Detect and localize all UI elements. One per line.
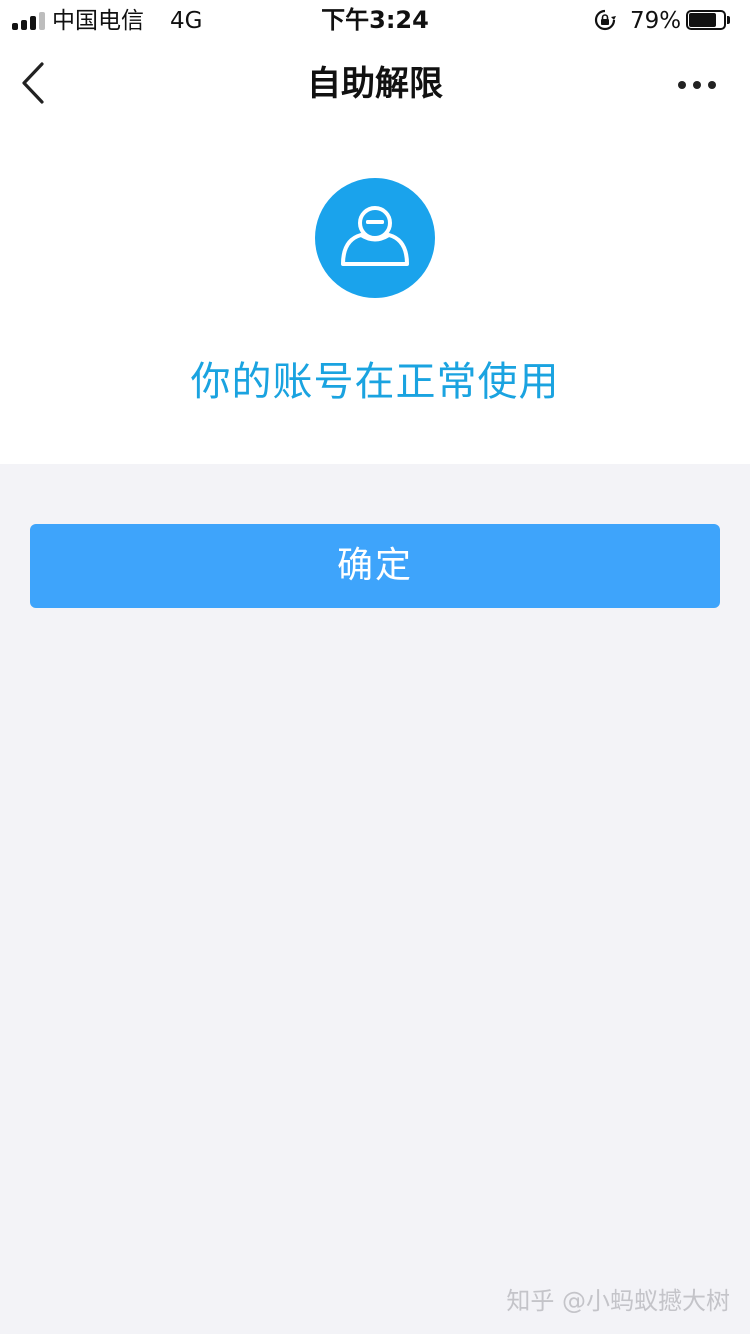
rotation-lock-icon — [594, 9, 616, 31]
battery-icon — [686, 10, 730, 30]
confirm-button[interactable]: 确定 — [30, 524, 720, 608]
watermark: 知乎 @小蚂蚁撼大树 — [506, 1287, 730, 1315]
nav-bar: 自助解限 — [0, 40, 750, 128]
page-title: 自助解限 — [307, 64, 443, 104]
user-avatar-icon — [341, 206, 409, 266]
avatar — [315, 178, 435, 298]
account-status-message: 你的账号在正常使用 — [190, 359, 560, 405]
account-status-panel: 你的账号在正常使用 — [0, 128, 750, 464]
status-bar: 中国电信 4G 下午3:24 79% — [0, 0, 750, 40]
battery-percent: 79% — [630, 8, 682, 34]
more-dots-icon[interactable] — [672, 70, 722, 100]
